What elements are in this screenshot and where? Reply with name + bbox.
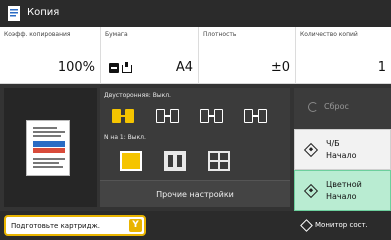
copies-value: 1 <box>377 60 386 75</box>
color-start-line2: Начало <box>326 192 357 201</box>
reset-label: Сброс <box>324 102 349 111</box>
cartridge-message-text: Подготовьте картридж. <box>11 222 100 230</box>
duplex-1-to-1-button[interactable] <box>112 105 146 127</box>
more-settings-button[interactable]: Прочие настройки <box>100 180 290 207</box>
status-monitor-icon <box>300 219 313 232</box>
color-start-line1: Цветной <box>326 180 362 189</box>
toner-yellow-badge: Y <box>129 219 142 232</box>
paper-tray-icon <box>122 62 132 73</box>
copies-label: Количество копий <box>300 31 358 38</box>
density-label: Плотность <box>203 31 237 38</box>
duplex-2-to-1-button[interactable] <box>244 105 278 127</box>
start-icon <box>303 183 319 199</box>
paper-label: Бумага <box>105 31 128 38</box>
paper-setting[interactable]: Бумага A4 <box>100 27 198 84</box>
paper-size-icon <box>109 63 119 73</box>
copy-ratio-setting[interactable]: Коэфф. копирования 100% <box>0 27 100 84</box>
duplex-2-to-2-button[interactable] <box>200 105 234 127</box>
color-start-button[interactable]: Цветной Начало <box>294 170 391 211</box>
reset-button[interactable]: Сброс <box>294 88 391 129</box>
copies-setting[interactable]: Количество копий 1 <box>295 27 391 84</box>
document-preview <box>4 88 97 207</box>
cartridge-message[interactable]: Подготовьте картридж. Y <box>4 215 146 236</box>
nup-4-on-1-button[interactable] <box>208 151 230 171</box>
title-bar: Копия <box>0 0 391 27</box>
reset-icon <box>308 102 318 112</box>
duplex-label: Двусторонняя: Выкл. <box>104 92 171 99</box>
density-setting[interactable]: Плотность ±0 <box>198 27 295 84</box>
status-monitor-label: Монитор сост. <box>315 221 368 229</box>
bw-start-label: Ч/Б Начало <box>326 138 357 162</box>
start-icon <box>303 142 319 158</box>
document-thumbnail <box>26 120 70 176</box>
copy-ratio-value: 100% <box>57 60 95 75</box>
nup-2-on-1-button[interactable] <box>164 151 186 171</box>
copy-options-panel: Двусторонняя: Выкл. N на 1: Выкл. Прочие… <box>100 88 290 207</box>
density-value: ±0 <box>270 60 290 75</box>
status-monitor-button[interactable]: Монитор сост. <box>296 211 391 240</box>
nup-off-button[interactable] <box>120 151 142 171</box>
nup-label: N на 1: Выкл. <box>104 134 146 141</box>
settings-row: Коэфф. копирования 100% Бумага A4 Плотно… <box>0 27 391 84</box>
paper-value: A4 <box>175 60 193 75</box>
bw-start-button[interactable]: Ч/Б Начало <box>294 129 391 170</box>
copy-screen: Копия Коэфф. копирования 100% Бумага A4 … <box>0 0 391 240</box>
copy-ratio-label: Коэфф. копирования <box>4 31 71 38</box>
duplex-1-to-2-button[interactable] <box>156 105 190 127</box>
window-title: Копия <box>27 7 60 18</box>
color-start-label: Цветной Начало <box>326 179 362 203</box>
copy-app-icon <box>8 6 20 21</box>
bw-start-line2: Начало <box>326 151 357 160</box>
bw-start-line1: Ч/Б <box>326 139 340 148</box>
